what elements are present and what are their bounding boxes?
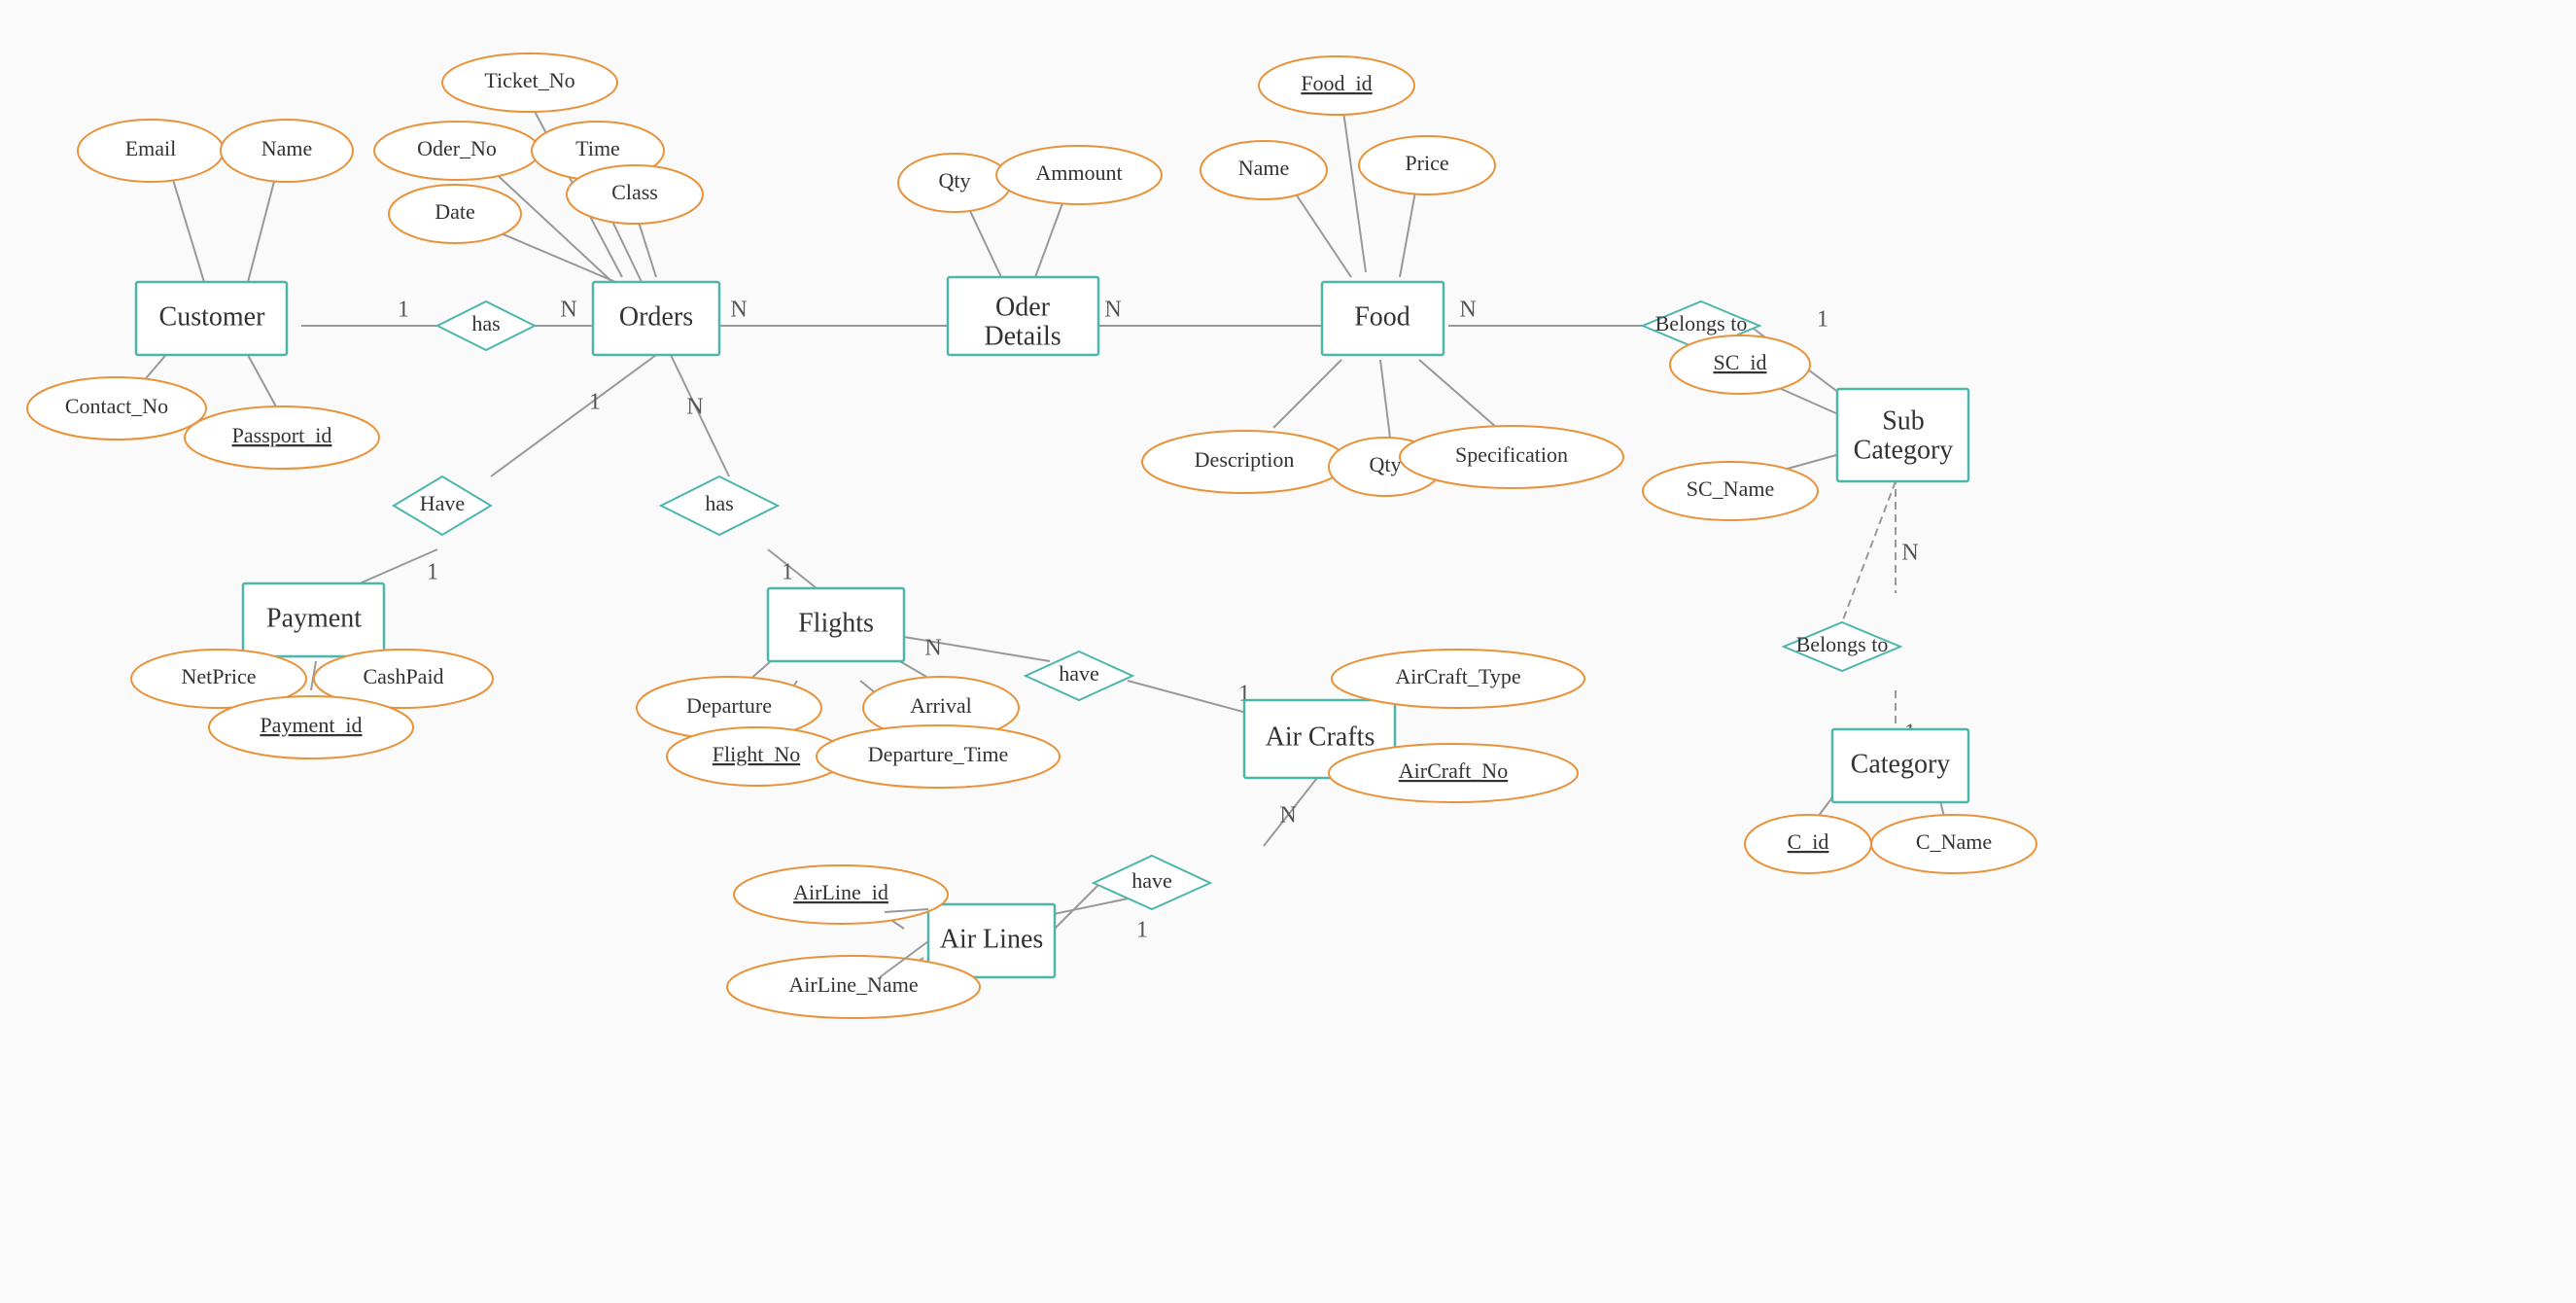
card-flights-have2-n: N (924, 636, 941, 661)
entity-category-label: Category (1851, 749, 1951, 779)
entity-customer-label: Customer (159, 301, 266, 332)
diamond-have2-label: have (1059, 661, 1099, 686)
card-belongsto-subcategory-1: 1 (1817, 307, 1828, 333)
entity-oderdetails-label-2: Details (984, 321, 1061, 351)
attr-airlineid-label: AirLine_id (793, 880, 888, 904)
entity-subcategory-label-2: Category (1854, 435, 1954, 465)
attr-scname-label: SC_Name (1687, 476, 1774, 501)
card-orders-have-1: 1 (589, 390, 601, 415)
attr-name-customer-label: Name (261, 136, 313, 160)
attr-departure-label: Departure (686, 693, 772, 718)
line-passportid-customer (248, 355, 277, 408)
line-have-payment (360, 549, 437, 583)
card-subcategory-belongsto2-n: N (1901, 541, 1918, 566)
attr-netprice-label: NetPrice (182, 664, 257, 688)
line-foodid-food (1341, 97, 1366, 272)
line-email-customer (170, 170, 204, 282)
attr-scid-label: SC_id (1713, 350, 1766, 374)
entity-flights-label: Flights (798, 608, 874, 638)
entity-aircrafts-label: Air Crafts (1266, 722, 1375, 752)
attr-oderno-label: Oder_No (417, 136, 497, 160)
diamond-has2-label: has (705, 491, 733, 515)
attr-description-label: Description (1195, 447, 1295, 472)
card-aircrafts-have3-n: N (1279, 803, 1296, 828)
line-orders-have (491, 355, 656, 476)
card-have3-airlines-1: 1 (1136, 918, 1148, 943)
entity-airlines-label: Air Lines (940, 924, 1044, 954)
entity-subcategory-label-1: Sub (1882, 405, 1925, 436)
attr-specification-label: Specification (1455, 442, 1568, 467)
attr-class-label: Class (611, 180, 658, 204)
attr-date-label: Date (435, 199, 475, 224)
card-has2-flights-1: 1 (782, 560, 793, 585)
attr-qty-food-label: Qty (1370, 452, 1402, 476)
card-have-payment-1: 1 (427, 560, 438, 585)
line-specification-food (1419, 360, 1497, 428)
attr-passportid-label: Passport_id (232, 423, 332, 447)
diamond-have3-label: have (1131, 868, 1172, 893)
attr-arrival-label: Arrival (910, 693, 972, 718)
diamond-has-label: has (471, 311, 500, 335)
card-orders-has2-n: N (686, 395, 703, 420)
entity-oderdetails-label-1: Oder (995, 292, 1051, 322)
entity-food-label: Food (1354, 301, 1410, 332)
attr-cashpaid-label: CashPaid (363, 664, 443, 688)
er-diagram: 1 N N N N 1 N 1 1 1 N 1 N 1 N 1 Customer… (0, 0, 2576, 1303)
attr-departuretime-label: Departure_Time (868, 742, 1009, 766)
line-sc-belongsto2-fix (1842, 481, 1896, 622)
attr-airlinename-label: AirLine_Name (788, 972, 918, 997)
diamond-have-label: Have (420, 491, 465, 515)
attr-foodid-label: Food_id (1301, 71, 1372, 95)
attr-name-food-label: Name (1238, 156, 1290, 180)
line-have2-aircrafts (1128, 681, 1254, 715)
attr-price-label: Price (1405, 151, 1448, 175)
attr-time-label: Time (575, 136, 620, 160)
attr-cname-label: C_Name (1916, 829, 1992, 854)
attr-paymentid-label: Payment_id (260, 713, 362, 737)
card-oderdetails-food-n: N (1104, 298, 1121, 323)
entity-orders-label: Orders (619, 301, 693, 332)
diamond-belongsto1-label: Belongs to (1655, 311, 1748, 335)
line-description-food (1273, 360, 1341, 428)
attr-cid-label: C_id (1788, 829, 1829, 854)
card-has-orders-n: N (560, 298, 576, 323)
attr-aircrafttype-label: AirCraft_Type (1395, 664, 1520, 688)
attr-ticketno-label: Ticket_No (484, 68, 574, 92)
card-food-belongsto-n: N (1459, 298, 1476, 323)
line-name-customer (248, 170, 277, 282)
attr-email-label: Email (125, 136, 177, 160)
diamond-belongsto2-label: Belongs to (1796, 632, 1889, 656)
attr-aircraftno-label: AirCraft_No (1399, 758, 1508, 783)
entity-payment-label: Payment (266, 603, 362, 633)
line-qty-food (1380, 360, 1390, 438)
card-orders-oderdetails-n: N (730, 298, 747, 323)
attr-flightno-label: Flight_No (713, 742, 800, 766)
attr-contactno-label: Contact_No (65, 394, 168, 418)
attr-qty-oderdetails-label: Qty (939, 168, 971, 193)
attr-ammount-label: Ammount (1035, 160, 1122, 185)
card-customer-has-1: 1 (398, 298, 409, 323)
